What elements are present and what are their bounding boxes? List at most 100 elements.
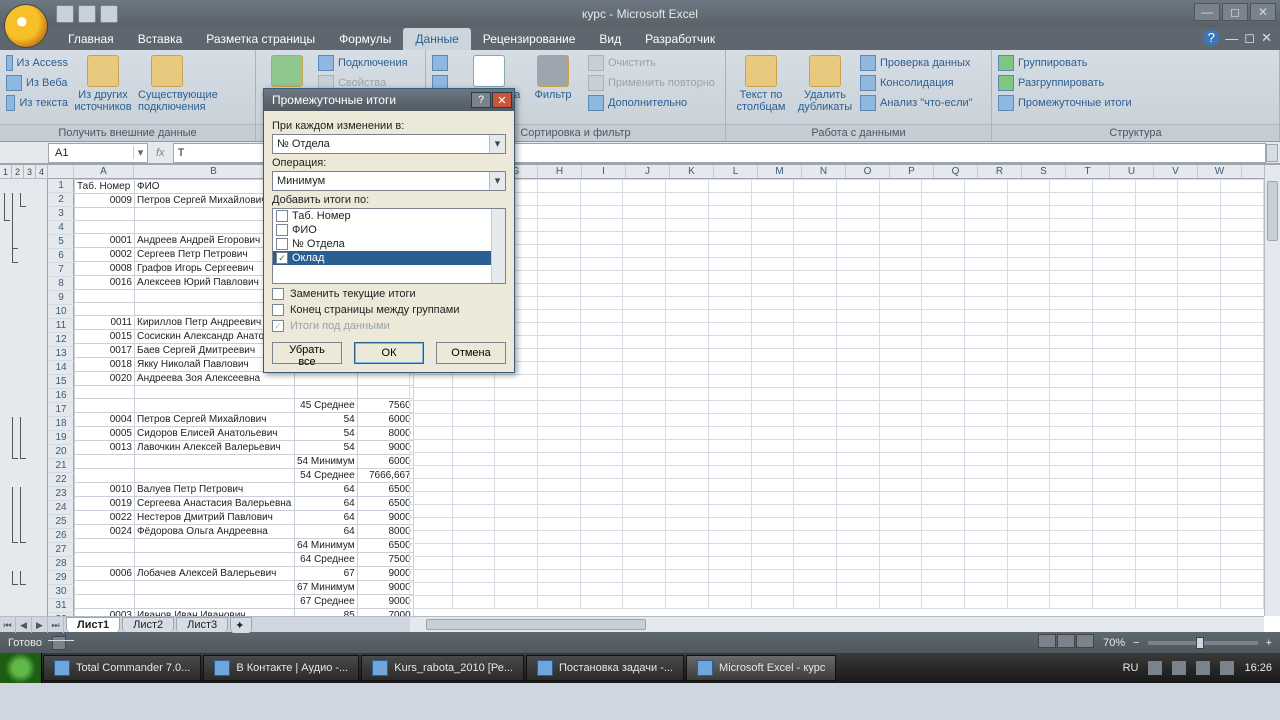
- field-item[interactable]: № Отдела: [273, 237, 505, 251]
- field-item[interactable]: ✓Оклад: [273, 251, 505, 265]
- filter-icon: [537, 55, 569, 87]
- from-text-button[interactable]: Из текста: [6, 93, 68, 113]
- tab-insert[interactable]: Вставка: [126, 28, 195, 50]
- app-icon: [697, 660, 713, 676]
- undo-icon[interactable]: [78, 5, 96, 23]
- tab-formulas[interactable]: Формулы: [327, 28, 403, 50]
- ungroup-button[interactable]: Разгруппировать: [998, 73, 1132, 93]
- field-item[interactable]: Таб. Номер: [273, 209, 505, 223]
- tray-icon[interactable]: [1172, 661, 1186, 675]
- vertical-scrollbar[interactable]: [1264, 165, 1280, 616]
- start-button[interactable]: [0, 653, 42, 683]
- sheet-tab-2[interactable]: Лист2: [122, 617, 174, 632]
- tab-page-layout[interactable]: Разметка страницы: [194, 28, 327, 50]
- taskbar-item[interactable]: Постановка задачи -...: [526, 655, 684, 681]
- name-box[interactable]: A1 ▾: [48, 143, 148, 163]
- taskbar-item[interactable]: Microsoft Excel - курс: [686, 655, 836, 681]
- tray-icon[interactable]: [1196, 661, 1210, 675]
- advanced-filter-button[interactable]: Дополнительно: [588, 93, 715, 113]
- each-change-combo[interactable]: № Отдела▾: [272, 134, 506, 154]
- view-buttons[interactable]: [1038, 634, 1095, 651]
- from-other-button[interactable]: Из других источников: [74, 53, 132, 124]
- tab-home[interactable]: Главная: [56, 28, 126, 50]
- tab-view[interactable]: Вид: [587, 28, 633, 50]
- connections-button[interactable]: Подключения: [318, 53, 419, 73]
- subtotal-button[interactable]: Промежуточные итоги: [998, 93, 1132, 113]
- sheet-tab-3[interactable]: Лист3: [176, 617, 228, 632]
- horizontal-scrollbar[interactable]: [410, 616, 1264, 632]
- office-button[interactable]: [4, 4, 48, 48]
- formula-expand-icon[interactable]: [1266, 144, 1278, 162]
- tab-review[interactable]: Рецензирование: [471, 28, 588, 50]
- new-sheet-button[interactable]: ✦: [230, 617, 252, 633]
- clear-icon: [588, 55, 604, 71]
- tray-icon[interactable]: [1148, 661, 1162, 675]
- ok-button[interactable]: ОК: [354, 342, 424, 364]
- existing-connections-button[interactable]: Существующие подключения: [138, 53, 196, 124]
- sort-asc-button[interactable]: [432, 53, 454, 73]
- close-button[interactable]: ✕: [1250, 3, 1276, 21]
- ribbon-close-icon[interactable]: ✕: [1261, 30, 1272, 46]
- from-access-button[interactable]: Из Access: [6, 53, 68, 73]
- text-to-columns-button[interactable]: Текст по столбцам: [732, 53, 790, 124]
- remove-all-button[interactable]: Убрать все: [272, 342, 342, 364]
- taskbar-item[interactable]: В Контакте | Аудио -...: [203, 655, 359, 681]
- ribbon-minimize-icon[interactable]: —: [1225, 31, 1238, 46]
- outline-level-3[interactable]: 3: [24, 165, 36, 178]
- zoom-in-button[interactable]: +: [1266, 637, 1272, 649]
- taskbar-item[interactable]: Kurs_rabota_2010 [Ре...: [361, 655, 524, 681]
- dialog-close-button[interactable]: ✕: [492, 92, 512, 108]
- chevron-down-icon[interactable]: ▾: [489, 172, 505, 190]
- dialog-help-button[interactable]: ?: [471, 92, 491, 108]
- save-icon[interactable]: [56, 5, 74, 23]
- outline-level-4[interactable]: 4: [36, 165, 48, 178]
- remove-duplicates-button[interactable]: Удалить дубликаты: [796, 53, 854, 124]
- subtotal-icon: [998, 95, 1014, 111]
- column-headers[interactable]: ABCDEFGHIJKLMNOPQRSTUVW: [48, 165, 1264, 179]
- status-ready: Готово: [8, 637, 42, 649]
- redo-icon[interactable]: [100, 5, 118, 23]
- sheet-tab-1[interactable]: Лист1: [66, 617, 120, 632]
- maximize-button[interactable]: ◻: [1222, 3, 1248, 21]
- help-icon[interactable]: ?: [1203, 30, 1219, 46]
- ribbon-restore-icon[interactable]: ◻: [1244, 30, 1255, 46]
- sheet-next-icon[interactable]: ▶: [32, 617, 48, 633]
- taskbar-item[interactable]: Total Commander 7.0...: [43, 655, 201, 681]
- cancel-button[interactable]: Отмена: [436, 342, 506, 364]
- list-scrollbar[interactable]: [491, 209, 505, 283]
- from-web-button[interactable]: Из Веба: [6, 73, 68, 93]
- dialog-titlebar[interactable]: Промежуточные итоги ? ✕: [264, 89, 514, 111]
- tab-developer[interactable]: Разработчик: [633, 28, 727, 50]
- system-tray[interactable]: RU 16:26: [1123, 661, 1280, 675]
- sheet-first-icon[interactable]: ⏮: [0, 617, 16, 633]
- group-button[interactable]: Группировать: [998, 53, 1132, 73]
- outline-level-1[interactable]: 1: [0, 165, 12, 178]
- replace-check[interactable]: Заменить текущие итоги: [272, 288, 506, 300]
- sheet-prev-icon[interactable]: ◀: [16, 617, 32, 633]
- zoom-out-button[interactable]: −: [1133, 637, 1139, 649]
- fx-icon[interactable]: fx: [156, 147, 165, 159]
- fields-list[interactable]: Таб. Номер ФИО № Отдела ✓Оклад: [272, 208, 506, 284]
- filter-button[interactable]: Фильтр: [524, 53, 582, 124]
- sheet-last-icon[interactable]: ⏭: [48, 617, 64, 633]
- outline-column[interactable]: [0, 179, 48, 632]
- chevron-down-icon[interactable]: ▾: [489, 135, 505, 153]
- clock[interactable]: 16:26: [1244, 662, 1272, 674]
- volume-icon[interactable]: [1220, 661, 1234, 675]
- zoom-slider[interactable]: [1148, 641, 1258, 645]
- zoom-value[interactable]: 70%: [1103, 637, 1125, 649]
- pagebreak-check[interactable]: Конец страницы между группами: [272, 304, 506, 316]
- window-controls: — ◻ ✕: [1194, 3, 1276, 21]
- row-headers[interactable]: 1234567891011121314151617181920212223242…: [48, 179, 74, 616]
- chevron-down-icon[interactable]: ▾: [133, 146, 147, 159]
- operation-combo[interactable]: Минимум▾: [272, 171, 506, 191]
- cells[interactable]: Таб. Номер ФИО 0009 Петров Сергей Михайл…: [74, 179, 1264, 616]
- consolidate-button[interactable]: Консолидация: [860, 73, 973, 93]
- data-validation-button[interactable]: Проверка данных: [860, 53, 973, 73]
- language-indicator[interactable]: RU: [1123, 662, 1139, 674]
- minimize-button[interactable]: —: [1194, 3, 1220, 21]
- tab-data[interactable]: Данные: [403, 28, 470, 50]
- outline-level-2[interactable]: 2: [12, 165, 24, 178]
- field-item[interactable]: ФИО: [273, 223, 505, 237]
- what-if-button[interactable]: Анализ "что-если": [860, 93, 973, 113]
